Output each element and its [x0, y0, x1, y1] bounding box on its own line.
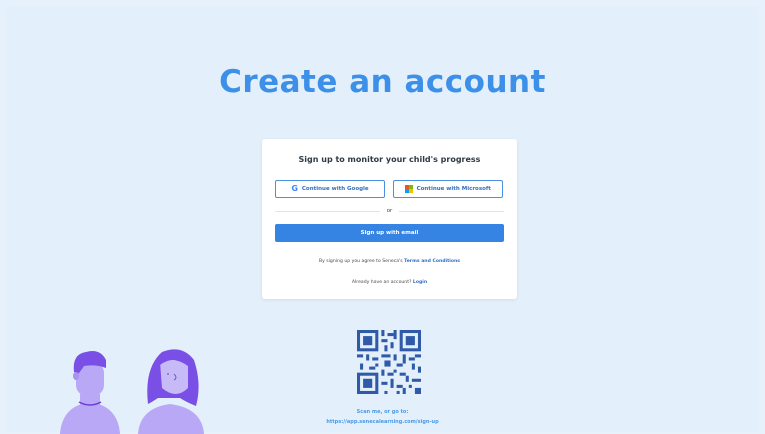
continue-with-google-button[interactable]: G Continue with Google: [275, 180, 385, 198]
divider-line-right: [399, 210, 505, 212]
login-text: Already have an account? Login: [262, 280, 517, 285]
divider-text: or: [386, 208, 393, 214]
terms-link[interactable]: Terms and Conditions: [404, 259, 460, 264]
or-divider: or: [275, 206, 505, 216]
microsoft-icon: [405, 185, 413, 193]
card-heading: Sign up to monitor your child's progress: [298, 155, 481, 164]
terms-prefix: By signing up you agree to Seneca's: [318, 259, 405, 264]
page-title: Create an account: [219, 64, 546, 100]
terms-text: By signing up you agree to Seneca's Term…: [262, 259, 517, 264]
continue-with-microsoft-button[interactable]: Continue with Microsoft: [393, 180, 503, 198]
login-prefix: Already have an account?: [351, 280, 413, 285]
qr-code: [357, 330, 421, 394]
signup-card: Sign up to monitor your child's progress…: [262, 139, 517, 299]
sign-up-with-email-button[interactable]: Sign up with email: [275, 224, 504, 242]
divider-line-left: [275, 210, 380, 212]
google-icon: G: [291, 184, 298, 193]
microsoft-button-label: Continue with Microsoft: [416, 186, 491, 192]
illustration-people: [60, 349, 204, 434]
google-button-label: Continue with Google: [301, 186, 369, 192]
login-link[interactable]: Login: [413, 280, 427, 285]
